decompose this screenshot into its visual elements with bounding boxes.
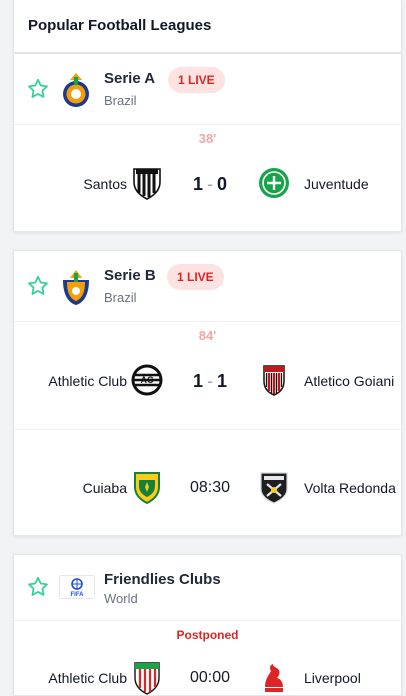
volta-redonda-crest-icon bbox=[260, 472, 288, 504]
league-name: Serie B bbox=[104, 267, 156, 284]
home-team-name: Athletic Club bbox=[48, 670, 127, 686]
svg-text:AC: AC bbox=[141, 375, 154, 385]
match-status: Postponed bbox=[176, 628, 239, 642]
score-separator: - bbox=[207, 371, 213, 391]
match-score: 1-0 bbox=[174, 174, 246, 195]
league-header[interactable]: Serie B 1 LIVE Brazil bbox=[14, 251, 401, 322]
santos-crest-icon bbox=[133, 168, 161, 200]
league-header[interactable]: FIFA Friendlies Clubs World bbox=[14, 555, 401, 621]
league-card-serie-a: Serie A 1 LIVE Brazil 38' Santos 1-0 Juv… bbox=[13, 53, 402, 232]
popular-leagues-header: Popular Football Leagues bbox=[13, 0, 402, 53]
match-minute: 38' bbox=[198, 131, 217, 146]
home-team-name: Santos bbox=[83, 176, 127, 192]
away-score: 0 bbox=[217, 174, 228, 194]
serie-a-logo bbox=[63, 73, 89, 107]
league-name: Friendlies Clubs bbox=[104, 571, 221, 588]
home-score: 1 bbox=[192, 174, 203, 194]
live-badge: 1 LIVE bbox=[168, 67, 225, 93]
match-row[interactable]: 38' Santos 1-0 Juventude bbox=[14, 125, 401, 231]
league-country: World bbox=[104, 591, 138, 606]
home-team-name: Cuiaba bbox=[82, 480, 127, 496]
away-score: 1 bbox=[217, 371, 228, 391]
live-badge: 1 LIVE bbox=[167, 264, 224, 290]
fifa-logo: FIFA bbox=[59, 575, 95, 599]
star-outline-icon[interactable] bbox=[26, 77, 50, 101]
athletic-club-bilbao-crest-icon bbox=[134, 662, 160, 695]
home-team-name: Athletic Club bbox=[48, 373, 127, 389]
league-country: Brazil bbox=[104, 93, 137, 108]
league-header[interactable]: Serie A 1 LIVE Brazil bbox=[14, 54, 401, 125]
match-score: 1-1 bbox=[174, 371, 246, 392]
atletico-goianiense-crest-icon bbox=[263, 365, 285, 396]
league-card-friendlies-clubs: FIFA Friendlies Clubs World Postponed At… bbox=[13, 554, 402, 696]
serie-b-logo bbox=[63, 270, 89, 305]
league-name: Serie A bbox=[104, 70, 156, 87]
star-outline-icon[interactable] bbox=[26, 274, 50, 298]
liverpool-crest-icon bbox=[265, 664, 283, 692]
home-score: 1 bbox=[192, 371, 203, 391]
athletic-club-crest-icon: AC bbox=[131, 364, 163, 396]
league-card-serie-b: Serie B 1 LIVE Brazil 84' Athletic Club … bbox=[13, 250, 402, 536]
score-separator: - bbox=[207, 174, 213, 194]
match-row[interactable]: Postponed Athletic Club 00:00 Liverpool bbox=[14, 621, 401, 695]
away-team-name: Volta Redonda bbox=[304, 480, 396, 496]
star-outline-icon[interactable] bbox=[26, 575, 50, 599]
kickoff-time: 08:30 bbox=[189, 479, 231, 496]
away-team-name: Atletico Goiani bbox=[304, 373, 395, 389]
away-team-name: Liverpool bbox=[304, 670, 361, 686]
league-country: Brazil bbox=[104, 290, 137, 305]
away-team-name: Juventude bbox=[304, 176, 369, 192]
kickoff-time: 00:00 bbox=[189, 669, 231, 686]
page-title: Popular Football Leagues bbox=[28, 17, 212, 34]
juventude-crest-icon bbox=[259, 168, 289, 198]
svg-text:FIFA: FIFA bbox=[71, 592, 85, 598]
match-row[interactable]: 84' Athletic Club AC 1-1 Atletico Goiani bbox=[14, 322, 401, 430]
match-minute: 84' bbox=[198, 328, 217, 343]
cuiaba-crest-icon bbox=[134, 472, 160, 504]
match-row[interactable]: Cuiaba 08:30 Volta Redonda bbox=[14, 430, 401, 535]
